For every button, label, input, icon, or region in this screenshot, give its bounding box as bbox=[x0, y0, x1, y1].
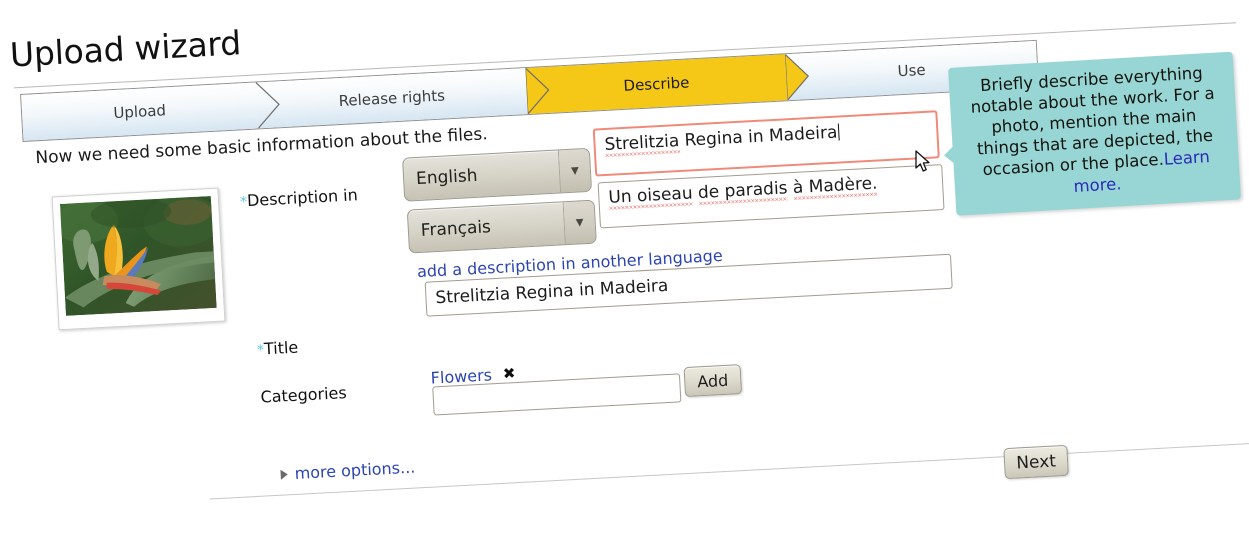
more-options-label: more options... bbox=[294, 457, 416, 483]
description-text-misspelled: à Madère. bbox=[792, 173, 879, 201]
description-text-misspelled: Strelitzia bbox=[604, 131, 680, 157]
step-label: Release rights bbox=[338, 86, 446, 111]
remove-category-icon[interactable]: ✖ bbox=[502, 364, 516, 383]
step-chevron-icon bbox=[525, 66, 550, 115]
step-describe[interactable]: Describe bbox=[525, 53, 810, 115]
thumbnail-image bbox=[59, 196, 217, 316]
categories-label: Categories bbox=[260, 383, 348, 407]
step-label: Describe bbox=[623, 73, 690, 95]
description-textarea-french[interactable]: Un oiseau de paradis à Madère. bbox=[597, 164, 945, 229]
language-select-french[interactable]: Français ▼ bbox=[406, 199, 597, 254]
step-label: Upload bbox=[112, 101, 167, 123]
description-help-tooltip: Briefly describe everything notable abou… bbox=[943, 51, 1242, 216]
description-text-rest: Regina in Madeira bbox=[678, 122, 838, 152]
add-category-button[interactable]: Add bbox=[683, 364, 743, 398]
language-select-english[interactable]: English ▼ bbox=[402, 147, 593, 202]
language-select-value: Français bbox=[420, 217, 492, 241]
page-title: Upload wizard bbox=[8, 23, 242, 75]
description-text-misspelled: Un oiseau bbox=[607, 183, 694, 210]
description-text-misspelled: de paradis bbox=[697, 178, 789, 206]
text-caret bbox=[837, 123, 840, 141]
step-label: Use bbox=[897, 60, 927, 81]
title-label: *Title bbox=[256, 337, 299, 359]
language-select-value: English bbox=[415, 165, 478, 190]
triangle-right-icon bbox=[280, 468, 288, 480]
step-chevron-icon bbox=[785, 53, 810, 101]
file-thumbnail[interactable] bbox=[51, 187, 226, 331]
chevron-down-icon[interactable]: ▼ bbox=[557, 148, 592, 193]
step-release-rights[interactable]: Release rights bbox=[255, 66, 550, 129]
next-button[interactable]: Next bbox=[1003, 444, 1069, 480]
description-label-text: Description in bbox=[246, 185, 359, 211]
tooltip-pointer-icon bbox=[943, 145, 955, 165]
step-chevron-icon bbox=[255, 81, 281, 129]
chevron-down-icon[interactable]: ▼ bbox=[562, 200, 596, 245]
step-upload[interactable]: Upload bbox=[21, 82, 280, 141]
description-label: *Description in bbox=[240, 185, 359, 211]
more-options-toggle[interactable]: more options... bbox=[280, 458, 416, 484]
title-label-text: Title bbox=[263, 337, 299, 359]
